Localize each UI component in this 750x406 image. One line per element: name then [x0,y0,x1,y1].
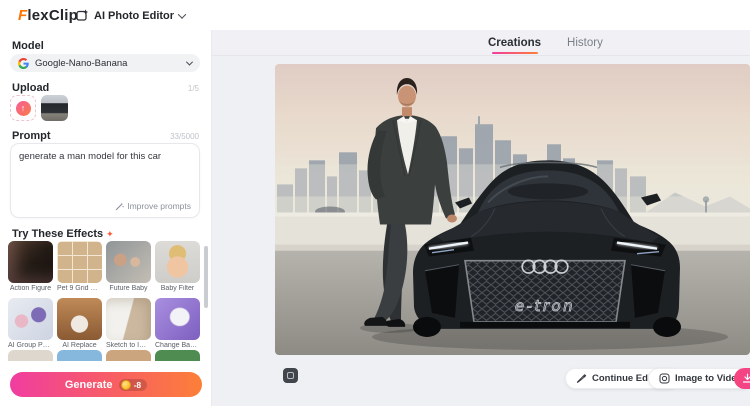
effect-ai-replace[interactable]: AI Replace [57,298,102,349]
effect-ai-group-portrait[interactable]: AI Group Portrait [8,298,53,349]
badge-glyph-icon [287,372,294,379]
effect-pet-9-grid-meme[interactable]: Pet 9 Grid Meme [57,241,102,292]
app-name: AI Photo Editor [94,9,175,22]
sidebar-scrollbar[interactable] [204,246,208,308]
flexclip-logo[interactable]: FlexClip [18,7,78,24]
effect-sketch-to-image[interactable]: Sketch to Image [106,298,151,349]
upload-icon: ↑ [15,100,31,116]
effects-title: Try These Effects [12,228,104,240]
effect-label: Action Figure [9,285,52,292]
improve-prompts-label: Improve prompts [127,201,191,211]
prompt-char-count: 33/5000 [170,132,199,141]
coin-icon [120,379,131,390]
effect-label: Baby Filter [160,285,195,292]
effect-thumbnail [57,298,102,340]
top-bar: FlexClip AI Photo Editor [0,0,750,30]
prompt-label: Prompt [12,130,51,142]
magic-wand-icon [116,202,124,210]
effect-future-baby[interactable]: Future Baby [106,241,151,292]
image-to-video-label: Image to Video [675,373,743,384]
chevron-down-icon [185,58,194,66]
upload-label: Upload [12,82,50,94]
upload-button[interactable]: ↑ [10,95,36,121]
photo-editor-icon [76,9,89,21]
google-icon [18,57,29,69]
etron-badge-text: e-tron [515,297,575,315]
effect-thumbnail [106,241,151,283]
tab-history[interactable]: History [567,30,603,56]
credit-cost: -8 [133,379,142,390]
effect-thumbnail [57,241,102,283]
effect-label: AI Group Portrait [8,342,53,349]
logo-text: lexClip [27,7,78,24]
active-tab-underline [491,51,538,54]
improve-prompts-button[interactable]: Improve prompts [115,201,191,211]
effect-thumbnail [155,298,200,340]
effect-thumbnail [106,298,151,340]
prompt-input[interactable]: generate a man model for this car [11,144,199,192]
tab-label: History [567,37,603,49]
download-icon [742,373,750,383]
effect-baby-filter[interactable]: Baby Filter [155,241,200,292]
effect-label: Sketch to Image [106,342,151,349]
effects-row-clipped[interactable] [8,350,204,361]
download-button[interactable] [734,368,750,389]
image-to-video-icon [659,373,670,384]
ai-photo-editor-app: FlexClip AI Photo Editor Model Google-Na… [0,0,750,406]
prompt-box: generate a man model for this car Improv… [10,143,200,218]
logo-f: F [18,7,28,24]
tab-bar: Creations History [212,30,750,56]
effect-label: Change Backgr... [155,342,200,349]
tab-label: Creations [488,37,542,49]
generate-button[interactable]: Generate -8 [10,372,202,397]
upload-count: 1/5 [187,84,199,93]
sidebar: Model Google-Nano-Banana Upload 1/5 ↑ Pr… [0,30,212,406]
effect-label: Future Baby [109,285,148,292]
effect-label: Pet 9 Grid Meme [57,285,102,292]
effect-action-figure[interactable]: Action Figure [8,241,53,292]
effect-change-background[interactable]: Change Backgr... [155,298,200,349]
generated-image[interactable]: e-tron [275,64,750,355]
model-value: Google-Nano-Banana [35,57,128,69]
uploaded-car-thumbnail[interactable] [41,95,68,121]
watermark-badge-button[interactable] [283,368,298,383]
pencil-icon [576,374,587,383]
tab-creations[interactable]: Creations [488,30,541,56]
model-label: Model [12,40,44,52]
effect-thumbnail [8,298,53,340]
model-select[interactable]: Google-Nano-Banana [10,54,200,72]
effects-grid: Action Figure Pet 9 Grid Meme Future Bab… [8,241,204,349]
credit-cost-pill: -8 [118,378,148,391]
effect-label: AI Replace [62,342,97,349]
generate-label: Generate [64,378,113,391]
effect-thumbnail [155,241,200,283]
effect-thumbnail [8,241,53,283]
app-switcher[interactable]: AI Photo Editor [76,6,187,25]
chevron-down-icon [177,9,187,19]
sparkle-icon: ✦ [106,228,114,239]
